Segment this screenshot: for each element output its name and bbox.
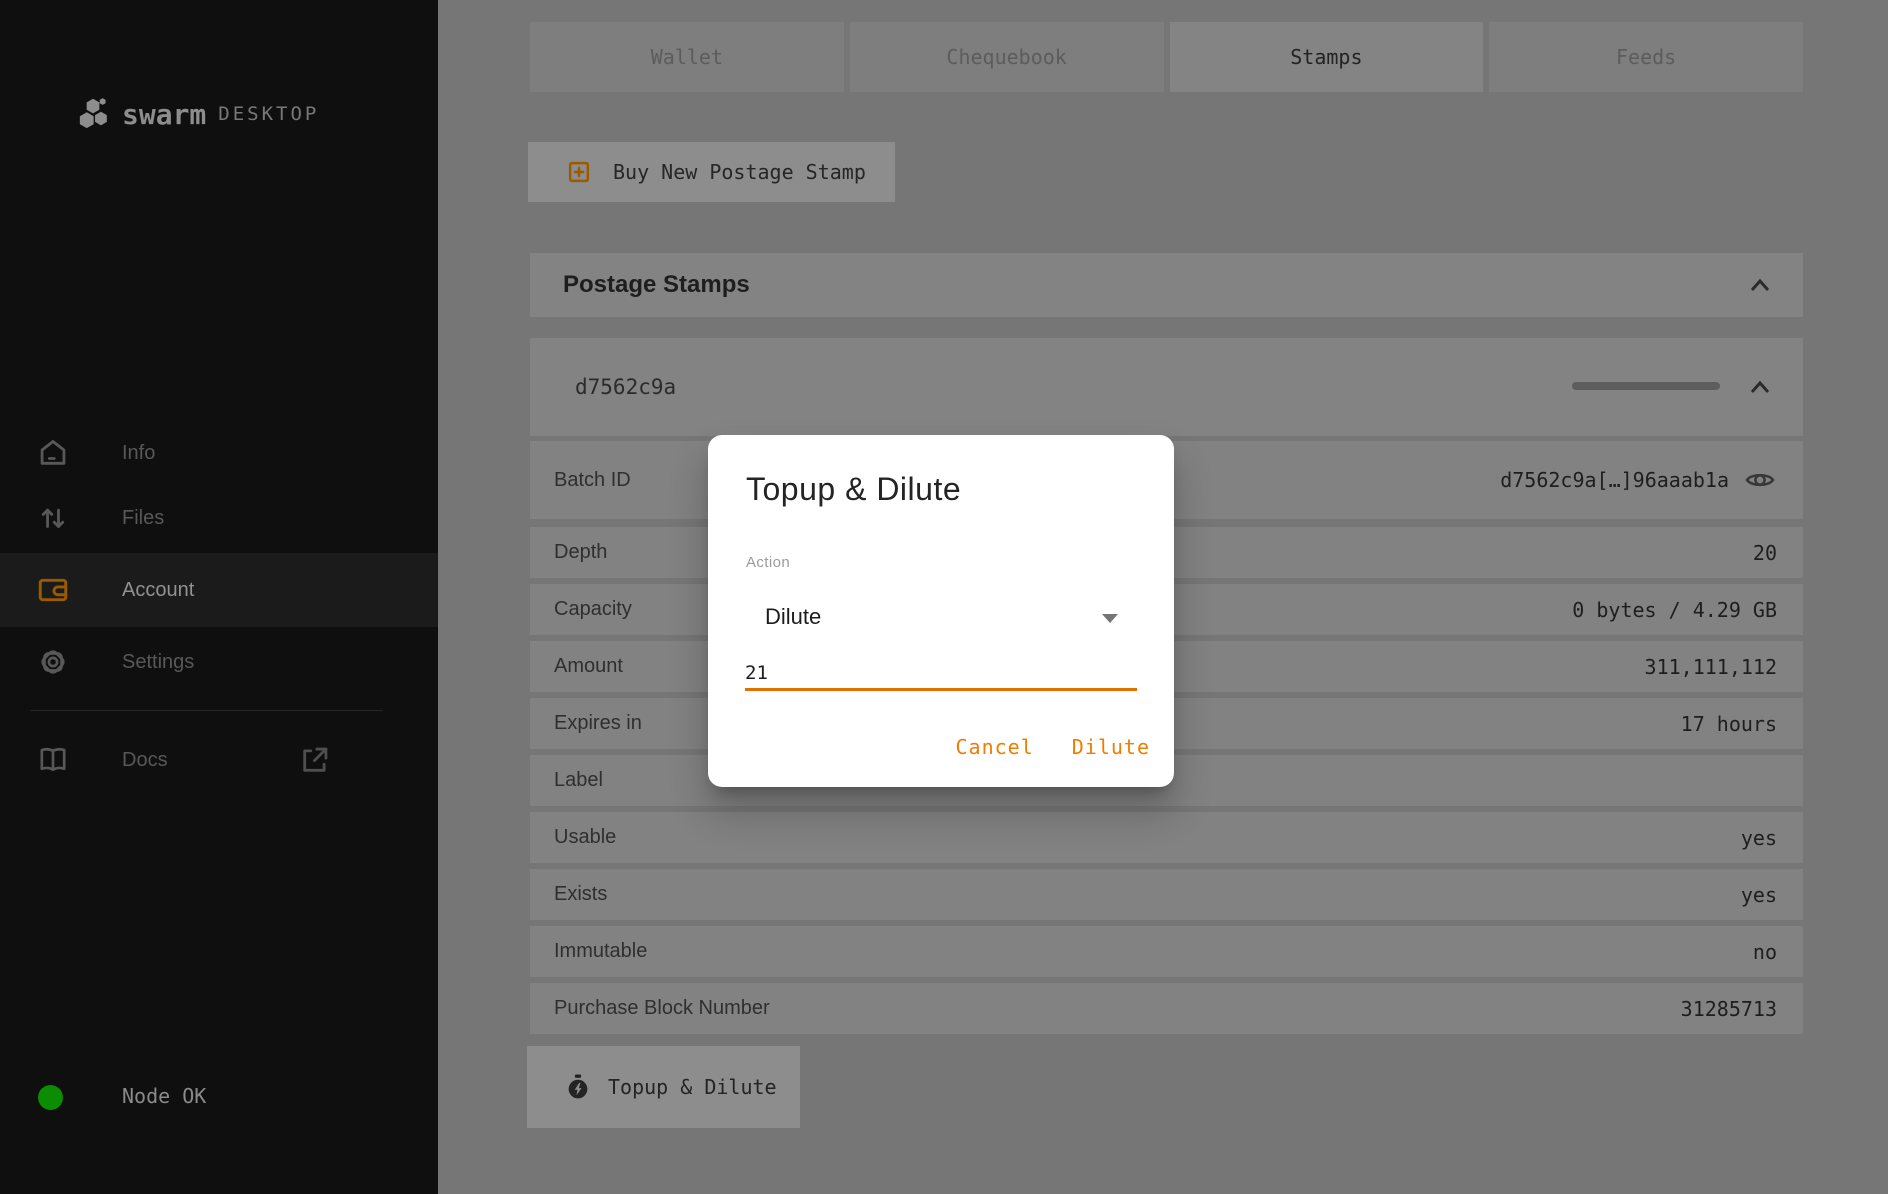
- sidebar-item-label: Docs: [122, 749, 168, 772]
- sidebar-item-files[interactable]: Files: [0, 484, 438, 552]
- row-value: 31285713: [1681, 997, 1777, 1021]
- node-status: Node OK: [0, 1073, 438, 1121]
- plus-square-icon: [566, 159, 592, 185]
- chevron-up-icon[interactable]: [1745, 377, 1775, 397]
- stamp-accordion-summary[interactable]: d7562c9a: [530, 338, 1803, 436]
- table-row-purchase-block-number: Purchase Block Number 31285713: [530, 983, 1803, 1034]
- table-row-immutable: Immutable no: [530, 926, 1803, 977]
- book-icon: [36, 743, 70, 777]
- row-value: 17 hours: [1681, 712, 1777, 736]
- postage-stamps-title: Postage Stamps: [563, 271, 750, 299]
- transfer-arrows-icon: [36, 501, 70, 535]
- row-label: Capacity: [554, 598, 632, 621]
- sidebar-item-account[interactable]: Account: [0, 553, 438, 627]
- cancel-button[interactable]: Cancel: [956, 735, 1034, 759]
- row-label: Expires in: [554, 712, 642, 735]
- sidebar: swarm DESKTOP Info Files Account: [0, 0, 438, 1194]
- eye-icon[interactable]: [1743, 464, 1777, 496]
- wallet-icon: [36, 573, 70, 607]
- action-field-label: Action: [746, 554, 790, 571]
- sidebar-item-label: Files: [122, 507, 164, 530]
- stamp-id: d7562c9a: [575, 375, 676, 399]
- topup-dilute-button-label: Topup & Dilute: [608, 1075, 777, 1099]
- row-label: Label: [554, 769, 603, 792]
- buy-button-label: Buy New Postage Stamp: [613, 160, 866, 184]
- row-label: Exists: [554, 883, 607, 906]
- topup-dilute-dialog: Topup & Dilute Action Dilute Cancel Dilu…: [708, 435, 1174, 787]
- node-status-label: Node OK: [122, 1084, 206, 1108]
- swarm-logo-icon: [76, 97, 110, 131]
- row-value: yes: [1741, 883, 1777, 907]
- postage-stamps-header[interactable]: Postage Stamps: [530, 253, 1803, 317]
- sidebar-divider: [30, 710, 383, 711]
- app-logo: swarm DESKTOP: [76, 92, 319, 136]
- row-value: 20: [1753, 541, 1777, 565]
- row-label: Batch ID: [554, 469, 631, 492]
- sidebar-item-docs[interactable]: Docs: [0, 722, 438, 798]
- table-row-exists: Exists yes: [530, 869, 1803, 920]
- tab-wallet[interactable]: Wallet: [530, 22, 844, 92]
- action-select-value: Dilute: [765, 604, 821, 630]
- row-label: Amount: [554, 655, 623, 678]
- row-value: 311,111,112: [1645, 655, 1777, 679]
- account-tabs: Wallet Chequebook Stamps Feeds: [530, 22, 1803, 92]
- row-value: no: [1753, 940, 1777, 964]
- row-value: d7562c9a[…]96aaab1a: [1500, 468, 1729, 492]
- sidebar-item-label: Info: [122, 442, 155, 465]
- logo-product: DESKTOP: [218, 103, 319, 125]
- dilute-confirm-button[interactable]: Dilute: [1072, 735, 1150, 759]
- row-label: Purchase Block Number: [554, 997, 770, 1020]
- dialog-actions: Cancel Dilute: [956, 735, 1151, 759]
- table-row-usable: Usable yes: [530, 812, 1803, 863]
- row-label: Depth: [554, 541, 607, 564]
- node-status-dot: [38, 1085, 63, 1110]
- sidebar-item-label: Account: [122, 579, 194, 602]
- amount-input[interactable]: [745, 657, 1137, 691]
- logo-brand: swarm: [122, 98, 206, 131]
- topup-dilute-button[interactable]: Topup & Dilute: [527, 1046, 800, 1128]
- gear-icon: [36, 645, 70, 679]
- external-link-icon: [298, 743, 332, 777]
- dropdown-arrow-icon: [1102, 614, 1118, 623]
- buy-new-postage-stamp-button[interactable]: Buy New Postage Stamp: [528, 142, 895, 202]
- stamp-usage-progress-bar: [1572, 382, 1720, 390]
- tab-chequebook[interactable]: Chequebook: [850, 22, 1164, 92]
- row-value: 0 bytes / 4.29 GB: [1572, 598, 1777, 622]
- tab-stamps[interactable]: Stamps: [1170, 22, 1484, 92]
- sidebar-item-settings[interactable]: Settings: [0, 625, 438, 699]
- stopwatch-icon: [565, 1074, 591, 1101]
- row-label: Immutable: [554, 940, 647, 963]
- tab-feeds[interactable]: Feeds: [1489, 22, 1803, 92]
- sidebar-item-info[interactable]: Info: [0, 419, 438, 487]
- row-label: Usable: [554, 826, 616, 849]
- action-select[interactable]: Dilute: [746, 600, 1136, 638]
- dialog-title: Topup & Dilute: [746, 471, 961, 508]
- home-icon: [36, 436, 70, 470]
- sidebar-item-label: Settings: [122, 651, 194, 674]
- row-value: yes: [1741, 826, 1777, 850]
- chevron-up-icon[interactable]: [1745, 275, 1775, 295]
